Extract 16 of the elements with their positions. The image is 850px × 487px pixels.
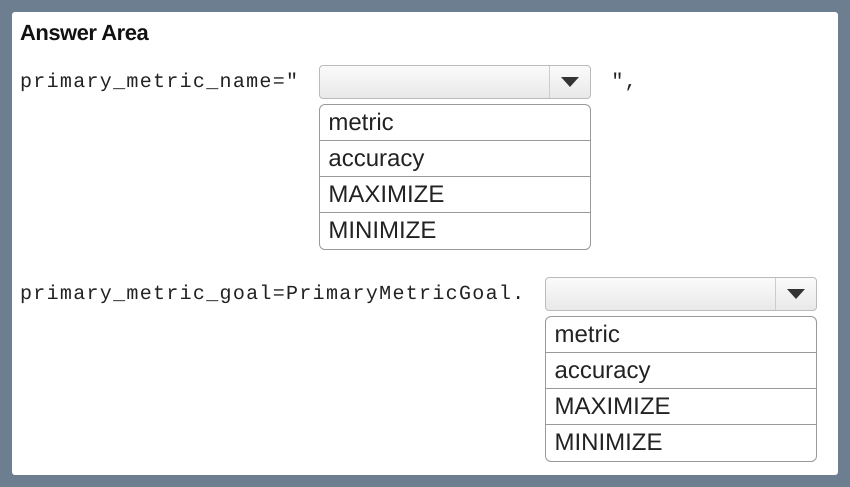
dropdown-option[interactable]: accuracy bbox=[546, 353, 816, 389]
caret-icon bbox=[561, 77, 580, 87]
code-text: ", bbox=[611, 71, 638, 94]
dropdown[interactable] bbox=[319, 65, 592, 99]
dropdown-option[interactable]: MINIMIZE bbox=[320, 213, 590, 249]
answer-area-title: Answer Area bbox=[20, 20, 148, 46]
dropdown-option[interactable]: metric bbox=[546, 317, 816, 353]
dropdown-option[interactable]: MAXIMIZE bbox=[320, 177, 590, 213]
dropdown[interactable] bbox=[545, 277, 818, 311]
code-text: primary_metric_name=" bbox=[20, 71, 300, 94]
caret-icon bbox=[787, 289, 806, 299]
dropdown-option[interactable]: MAXIMIZE bbox=[546, 389, 816, 425]
code-text: primary_metric_goal=PrimaryMetricGoal. bbox=[20, 283, 526, 306]
dropdown-option[interactable]: metric bbox=[320, 105, 590, 141]
dropdown-option[interactable]: MINIMIZE bbox=[546, 425, 816, 461]
dropdown-option[interactable]: accuracy bbox=[320, 141, 590, 177]
